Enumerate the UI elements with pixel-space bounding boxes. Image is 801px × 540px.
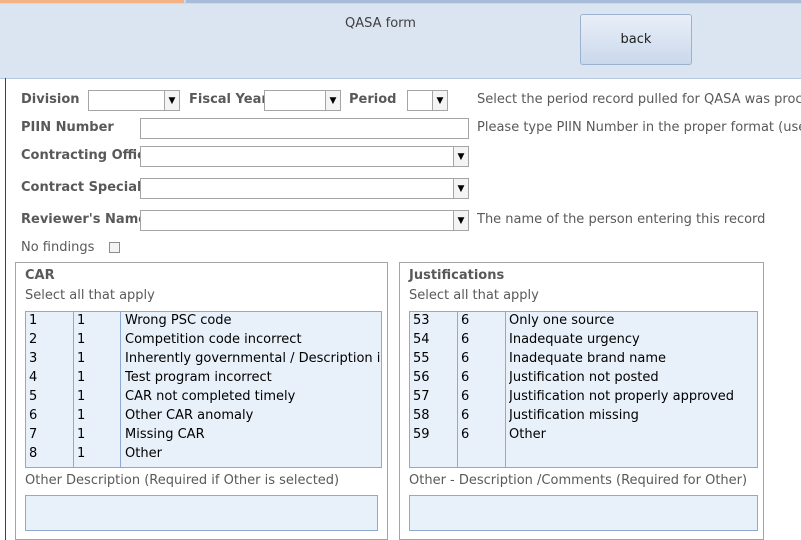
list-item[interactable]: 7 1 Missing CAR — [26, 426, 381, 445]
no-findings-label: No findings — [21, 240, 95, 255]
justifications-subtitle: Select all that apply — [409, 288, 539, 303]
contracting-officer-combo[interactable]: ▼ — [140, 146, 469, 167]
list-item[interactable]: 58 6 Justification missing — [410, 407, 757, 426]
car-listbox[interactable]: 1 1 Wrong PSC code 2 1 Competition code … — [25, 311, 382, 468]
reviewers-name-combo[interactable]: ▼ — [140, 210, 469, 231]
list-item[interactable]: 3 1 Inherently governmental / Descriptio… — [26, 350, 381, 369]
active-tab-marker — [0, 0, 184, 3]
period-combo[interactable]: ▼ — [407, 90, 448, 111]
car-other-label: Other Description (Required if Other is … — [25, 473, 340, 488]
form-title: QASA form — [345, 16, 416, 31]
list-item[interactable]: 57 6 Justification not properly approved — [410, 388, 757, 407]
piin-label: PIIN Number — [21, 120, 114, 135]
list-item[interactable]: 6 1 Other CAR anomaly — [26, 407, 381, 426]
fiscal-year-label: Fiscal Year — [189, 92, 268, 107]
chevron-down-icon[interactable]: ▼ — [453, 179, 468, 198]
list-item[interactable]: 56 6 Justification not posted — [410, 369, 757, 388]
no-findings-checkbox[interactable] — [109, 242, 120, 253]
form-header: QASA form back — [0, 4, 801, 79]
list-item[interactable]: 54 6 Inadequate urgency — [410, 331, 757, 350]
car-title: CAR — [25, 268, 55, 283]
chevron-down-icon[interactable]: ▼ — [453, 147, 468, 166]
tab-bar — [186, 0, 801, 3]
reviewers-name-label: Reviewer's Name — [21, 212, 148, 227]
reviewer-hint: The name of the person entering this rec… — [477, 212, 766, 227]
contract-specialist-combo[interactable]: ▼ — [140, 178, 469, 199]
list-item[interactable]: 53 6 Only one source — [410, 312, 757, 331]
chevron-down-icon[interactable]: ▼ — [325, 91, 340, 110]
chevron-down-icon[interactable]: ▼ — [453, 211, 468, 230]
justifications-title: Justifications — [409, 268, 505, 283]
justifications-other-description-input[interactable] — [409, 495, 758, 531]
period-label: Period — [349, 92, 397, 107]
justifications-other-label: Other - Description /Comments (Required … — [409, 473, 748, 488]
piin-input[interactable] — [140, 118, 469, 139]
list-item[interactable]: 4 1 Test program incorrect — [26, 369, 381, 388]
justifications-listbox[interactable]: 53 6 Only one source 54 6 Inadequate urg… — [409, 311, 758, 468]
car-other-description-input[interactable] — [25, 495, 378, 531]
car-group: CAR Select all that apply 1 1 Wrong PSC … — [15, 262, 388, 540]
form-left-border — [5, 78, 6, 540]
list-item[interactable]: 59 6 Other — [410, 426, 757, 445]
division-combo[interactable]: ▼ — [88, 90, 180, 111]
fiscal-year-combo[interactable]: ▼ — [264, 90, 341, 111]
list-item[interactable]: 1 1 Wrong PSC code — [26, 312, 381, 331]
division-label: Division — [21, 92, 80, 107]
list-item[interactable]: 5 1 CAR not completed timely — [26, 388, 381, 407]
period-hint: Select the period record pulled for QASA… — [477, 92, 801, 107]
list-item[interactable]: 2 1 Competition code incorrect — [26, 331, 381, 350]
car-subtitle: Select all that apply — [25, 288, 155, 303]
justifications-group: Justifications Select all that apply 53 … — [399, 262, 764, 540]
list-item[interactable]: 8 1 Other — [26, 445, 381, 464]
back-button[interactable]: back — [580, 14, 692, 65]
list-item[interactable]: 55 6 Inadequate brand name — [410, 350, 757, 369]
piin-hint: Please type PIIN Number in the proper fo… — [477, 120, 801, 135]
chevron-down-icon[interactable]: ▼ — [432, 91, 447, 110]
chevron-down-icon[interactable]: ▼ — [164, 91, 179, 110]
